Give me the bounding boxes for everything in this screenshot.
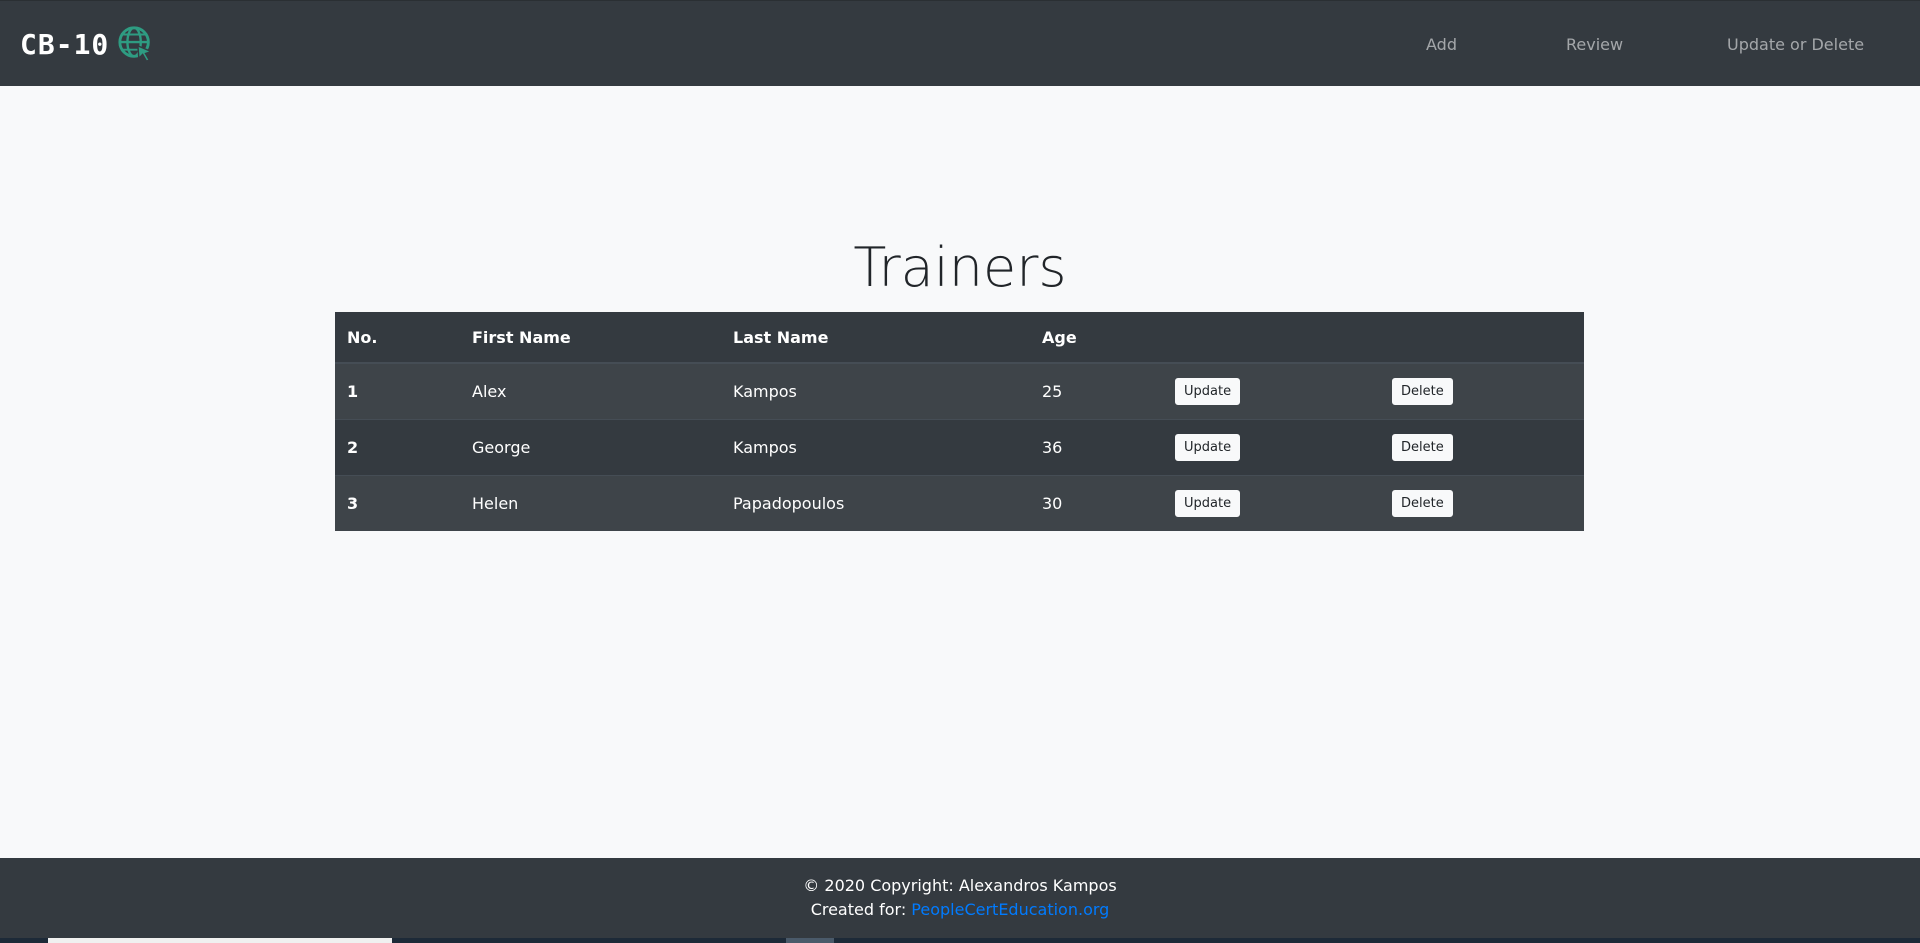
cell-no: 1 (335, 362, 460, 420)
page-title: Trainers (853, 236, 1067, 299)
header-age: Age (1030, 312, 1163, 364)
cell-last-name: Kampos (721, 419, 1030, 476)
cell-first-name: Helen (460, 475, 721, 531)
trainers-table-container: No. First Name Last Name Age 1 Alex Kamp… (335, 312, 1584, 531)
cell-delete: Delete (1380, 362, 1584, 420)
table-header-row: No. First Name Last Name Age (335, 312, 1584, 364)
cell-first-name: Alex (460, 362, 721, 420)
table-row: 2 George Kampos 36 Update Delete (335, 419, 1584, 476)
top-navbar: CB-10 Add Review Update or Delete (0, 0, 1920, 86)
footer-created-for: Created for: PeopleCertEducation.org (0, 900, 1920, 919)
taskbar-item[interactable] (48, 938, 392, 943)
nav-review-link[interactable]: Review (1566, 35, 1623, 54)
cell-update: Update (1163, 475, 1380, 531)
header-last-name: Last Name (721, 312, 1030, 364)
os-taskbar-strip (0, 938, 1920, 943)
page-footer: © 2020 Copyright: Alexandros Kampos Crea… (0, 858, 1920, 938)
cell-age: 30 (1030, 475, 1163, 531)
cell-last-name: Papadopoulos (721, 475, 1030, 531)
footer-created-for-label: Created for: (810, 900, 907, 919)
taskbar-item[interactable] (786, 938, 834, 943)
globe-cursor-icon (118, 26, 154, 62)
footer-copyright: © 2020 Copyright: Alexandros Kampos (803, 876, 1117, 895)
brand-link[interactable]: CB-10 (20, 23, 155, 65)
header-delete (1380, 312, 1584, 364)
nav-add-link[interactable]: Add (1426, 35, 1457, 54)
header-first-name: First Name (460, 312, 721, 364)
update-button[interactable]: Update (1175, 490, 1241, 517)
cell-last-name: Kampos (721, 362, 1030, 420)
delete-button[interactable]: Delete (1392, 378, 1453, 405)
cell-delete: Delete (1380, 419, 1584, 476)
cell-age: 25 (1030, 362, 1163, 420)
footer-link[interactable]: PeopleCertEducation.org (911, 900, 1109, 919)
cell-age: 36 (1030, 419, 1163, 476)
cell-update: Update (1163, 362, 1380, 420)
header-update (1163, 312, 1380, 364)
update-button[interactable]: Update (1175, 434, 1241, 461)
update-button[interactable]: Update (1175, 378, 1241, 405)
cell-no: 3 (335, 475, 460, 531)
brand-name: CB-10 (20, 27, 110, 61)
nav-update-delete-link[interactable]: Update or Delete (1727, 35, 1864, 54)
header-no: No. (335, 312, 460, 364)
cell-delete: Delete (1380, 475, 1584, 531)
cell-update: Update (1163, 419, 1380, 476)
delete-button[interactable]: Delete (1392, 434, 1453, 461)
trainers-table: No. First Name Last Name Age 1 Alex Kamp… (335, 312, 1584, 531)
cell-first-name: George (460, 419, 721, 476)
table-row: 3 Helen Papadopoulos 30 Update Delete (335, 475, 1584, 531)
delete-button[interactable]: Delete (1392, 490, 1453, 517)
table-row: 1 Alex Kampos 25 Update Delete (335, 362, 1584, 420)
cell-no: 2 (335, 419, 460, 476)
